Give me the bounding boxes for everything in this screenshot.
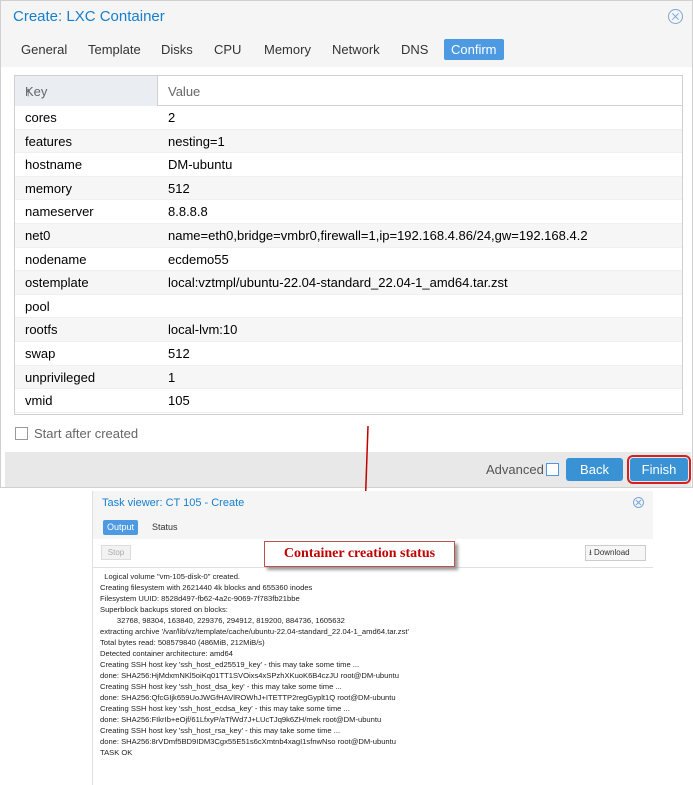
dialog-footer: Advanced Back Finish [5,452,691,487]
download-button[interactable]: ⭳ Download [585,545,646,561]
log-line: done: SHA256:8rVDmf5BD9IDM3Cgx55E51s6cXm… [100,737,396,746]
close-icon[interactable] [668,9,683,24]
wizard-tabs: General Template Disks CPU Memory Networ… [1,33,692,67]
table-row[interactable]: vmid 105 [15,389,682,413]
table-row[interactable]: nameserver 8.8.8.8 [15,200,682,224]
row-key: swap [25,345,56,361]
log-line: Creating filesystem with 2621440 4k bloc… [100,583,313,592]
task-viewer-tabs: Output Status [93,515,653,539]
log-line: TASK OK [100,748,133,757]
row-value: name=eth0,bridge=vmbr0,firewall=1,ip=192… [168,227,588,243]
column-header-value[interactable]: Value [168,84,200,99]
task-viewer-title: Task viewer: CT 105 - Create [102,497,245,509]
grid-rows: cores 2 features nesting=1 hostname DM-ubuntu… [15,106,682,413]
row-value: DM-ubuntu [168,157,233,173]
row-key: memory [25,180,72,196]
log-line: Filesystem UUID: 8528d497-fb62-4a2c-9069… [100,594,300,603]
row-value: nesting=1 [168,133,225,149]
row-value: 512 [168,345,190,361]
table-row[interactable]: pool [15,295,682,319]
log-line: 32768, 98304, 163840, 229376, 294912, 81… [100,616,345,625]
confirm-grid: Key ↑ Value cores 2 features nesting=1 hostn… [14,75,683,415]
start-after-created-checkbox[interactable] [15,427,28,440]
row-key: features [25,133,72,149]
row-key: hostname [25,157,83,173]
start-after-created-label: Start after created [34,426,139,441]
table-row[interactable]: net0 name=eth0,bridge=vmbr0,firewall=1,ip… [15,223,682,248]
divider [93,567,653,568]
row-key: cores [25,110,57,125]
log-line: Creating SSH host key 'ssh_host_ecdsa_ke… [100,704,350,713]
row-value: 105 [168,393,190,409]
back-button[interactable]: Back [566,458,623,481]
advanced-checkbox[interactable] [546,463,559,476]
table-row[interactable]: swap 512 [15,342,682,366]
table-row[interactable]: nodename ecdemo55 [15,248,682,272]
advanced-label: Advanced [486,462,544,477]
row-value: local:vztmpl/ubuntu-22.04-standard_22.04… [168,275,508,291]
row-key: nodename [25,251,87,267]
task-viewer-close-icon[interactable] [633,497,644,508]
row-key: vmid [25,393,53,409]
tab-cpu[interactable]: CPU [207,39,248,60]
row-key: ostemplate [25,275,89,291]
tab-network[interactable]: Network [325,39,387,60]
table-row[interactable]: unprivileged 1 [15,365,682,390]
annotation-label: Container creation status [264,541,455,567]
dialog-title: Create: LXC Container [13,8,165,25]
download-icon: ⭳ [589,548,592,557]
tab-memory[interactable]: Memory [257,39,318,60]
download-label: Download [594,548,630,557]
stop-button[interactable]: Stop [101,545,131,560]
row-key: nameserver [25,204,94,220]
log-line: done: SHA256:QfcGIjk659UoJWGfHAVlROWhJ+I… [100,693,396,702]
finish-button[interactable]: Finish [627,455,691,484]
dialog-header: Create: LXC Container [1,1,692,33]
tab-status[interactable]: Status [148,520,182,535]
tab-template[interactable]: Template [81,39,148,60]
grid-header: Key ↑ Value [15,76,682,106]
table-row[interactable]: hostname DM-ubuntu [15,153,682,177]
task-viewer-window: Task viewer: CT 105 - Create Output Stat… [92,491,653,785]
row-value: 2 [168,110,176,125]
log-line: done: SHA256:HjMdxmNKl5oiKq01TT1SVOixs4x… [100,671,399,680]
row-value: local-lvm:10 [168,322,238,338]
tab-general[interactable]: General [14,39,74,60]
table-row[interactable]: ostemplate local:vztmpl/ubuntu-22.04-stan… [15,271,682,295]
log-line: Creating SSH host key 'ssh_host_ed25519_… [100,660,360,669]
column-header-key[interactable]: Key ↑ [15,76,158,106]
row-value: 8.8.8.8 [168,204,208,220]
tab-output[interactable]: Output [103,520,139,535]
row-key: pool [25,298,50,314]
table-row[interactable]: features nesting=1 [15,129,682,154]
log-line: Creating SSH host key 'ssh_host_rsa_key'… [100,726,341,735]
log-line: Logical volume "vm-105-disk-0" created. [100,572,241,581]
sort-arrow-icon: ↑ [25,84,32,99]
tab-confirm[interactable]: Confirm [444,39,504,60]
task-log: Logical volume "vm-105-disk-0" created. C… [100,571,650,758]
log-line: Detected container architecture: amd64 [100,649,233,658]
row-key: net0 [25,227,51,243]
row-value: 1 [168,369,176,385]
task-viewer-header: Task viewer: CT 105 - Create [93,491,653,515]
row-value: ecdemo55 [168,251,229,267]
row-key: rootfs [25,322,58,338]
tab-disks[interactable]: Disks [154,39,200,60]
tab-dns[interactable]: DNS [394,39,435,60]
create-lxc-dialog: Create: LXC Container General Template D… [0,0,693,488]
table-row[interactable]: rootfs local-lvm:10 [15,318,682,342]
table-row[interactable]: memory 512 [15,176,682,201]
log-line: Creating SSH host key 'ssh_host_dsa_key'… [100,682,342,691]
row-value: 512 [168,180,190,196]
log-line: Superblock backups stored on blocks: [100,605,228,614]
log-line: done: SHA256:FIkrIb+eOjf/61LfxyP/aTfWd7J… [100,715,382,724]
row-key: unprivileged [25,369,96,385]
table-row[interactable]: cores 2 [15,106,682,130]
log-line: Total bytes read: 508579840 (486MiB, 212… [100,638,265,647]
log-line: extracting archive '/var/lib/vz/template… [100,627,409,636]
